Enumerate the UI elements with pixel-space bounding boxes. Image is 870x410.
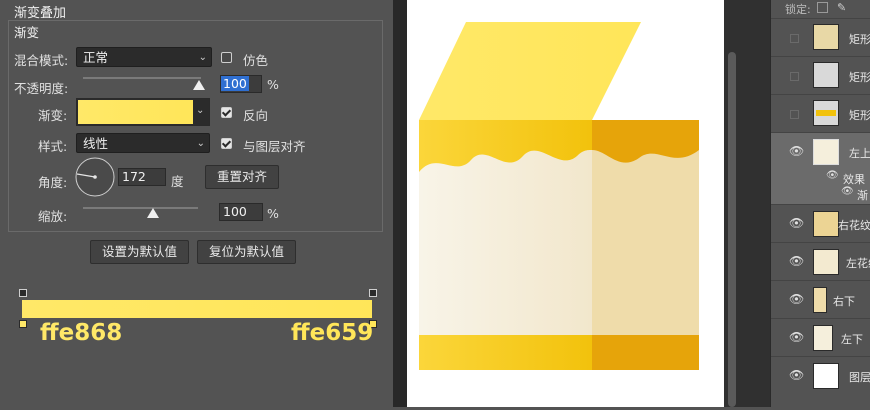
layer-row[interactable]: 👁 左下 xyxy=(771,318,870,356)
style-value: 线性 xyxy=(83,136,109,151)
eye-icon[interactable]: 👁 xyxy=(789,368,804,382)
right-color-hex: ffe659 xyxy=(291,320,374,346)
scale-slider-track[interactable] xyxy=(83,207,198,209)
layer-row[interactable]: 矩形 xyxy=(771,18,870,56)
layer-name: 左花纹 xyxy=(846,257,870,270)
layer-row[interactable]: 矩形 xyxy=(771,56,870,94)
color-stop-icon[interactable] xyxy=(19,320,27,328)
layer-name: 矩形 xyxy=(849,71,870,84)
box-illustration xyxy=(419,22,699,370)
eye-icon[interactable]: 👁 xyxy=(789,216,804,230)
align-with-layer-label: 与图层对齐 xyxy=(243,139,306,154)
layer-row[interactable]: 👁 右花纹 xyxy=(771,204,870,242)
opacity-label: 不透明度: xyxy=(14,81,69,96)
left-color-hex: ffe868 xyxy=(40,320,123,346)
layer-thumbnail xyxy=(813,363,839,389)
layer-name: 右下 xyxy=(833,295,855,308)
style-select[interactable]: 线性 ⌄ xyxy=(76,133,210,153)
layer-name: 右花纹 xyxy=(838,219,870,232)
gradient-overlay-panel: 渐变叠加 渐变 混合模式: 正常 ⌄ 仿色 不透明度: 100 % 渐变: ⌄ … xyxy=(0,0,393,407)
brush-icon[interactable]: ✎ xyxy=(837,1,846,14)
dither-checkbox[interactable] xyxy=(221,52,232,63)
document-canvas[interactable] xyxy=(407,0,724,407)
reverse-checkbox[interactable] xyxy=(221,107,232,118)
canvas-gutter xyxy=(393,0,407,407)
eye-icon[interactable]: 👁 xyxy=(789,144,804,158)
scale-unit: % xyxy=(267,206,279,221)
layer-name: 矩形 xyxy=(849,109,870,122)
layer-name: 左下 xyxy=(841,333,863,346)
opacity-slider-track[interactable] xyxy=(83,77,201,79)
angle-input[interactable]: 172 xyxy=(118,168,166,186)
blend-mode-select[interactable]: 正常 ⌄ xyxy=(76,47,212,67)
opacity-stop-left[interactable] xyxy=(19,289,27,297)
angle-unit: 度 xyxy=(171,174,184,189)
gradient-label: 渐变: xyxy=(38,108,68,123)
layer-name: 左上 xyxy=(849,147,870,160)
layer-row[interactable]: 👁 图层 xyxy=(771,356,870,394)
reverse-label: 反向 xyxy=(243,108,269,123)
eye-icon[interactable]: 👁 xyxy=(789,292,804,306)
layer-row[interactable]: 矩形 xyxy=(771,94,870,132)
layer-thumbnail xyxy=(813,325,833,351)
scale-input[interactable]: 100 xyxy=(219,203,263,221)
align-with-layer-checkbox[interactable] xyxy=(221,138,232,149)
angle-label: 角度: xyxy=(38,175,68,190)
layer-name: 矩形 xyxy=(849,33,870,46)
angle-dial-icon[interactable] xyxy=(74,156,116,198)
layer-thumbnail xyxy=(813,139,839,165)
visibility-toggle[interactable] xyxy=(790,110,799,119)
group-title: 渐变 xyxy=(14,25,40,40)
canvas-scrollbar[interactable] xyxy=(728,52,736,407)
layer-row[interactable]: 👁 左花纹 xyxy=(771,242,870,280)
eye-icon[interactable]: 👁 xyxy=(789,254,804,268)
scale-slider-thumb[interactable] xyxy=(147,208,159,218)
layer-thumbnail xyxy=(813,24,839,50)
layer-thumbnail xyxy=(813,249,839,275)
layer-row-selected[interactable]: 👁 左上 xyxy=(771,132,870,170)
style-label: 样式: xyxy=(38,139,68,154)
effects-group: 👁 效果 👁 渐 xyxy=(771,170,870,204)
chevron-down-icon: ⌄ xyxy=(198,52,207,63)
gradient-bar[interactable] xyxy=(22,300,372,318)
eye-icon[interactable]: 👁 xyxy=(841,186,854,197)
blend-mode-value: 正常 xyxy=(83,50,109,65)
visibility-toggle[interactable] xyxy=(790,34,799,43)
layer-thumbnail xyxy=(813,100,839,126)
reset-default-button[interactable]: 复位为默认值 xyxy=(197,240,296,264)
chevron-down-icon[interactable]: ⌄ xyxy=(196,105,204,116)
gradient-swatch[interactable] xyxy=(78,100,193,124)
layer-thumbnail xyxy=(813,62,839,88)
blend-mode-label: 混合模式: xyxy=(14,53,69,68)
lock-label: 锁定: xyxy=(785,3,811,16)
layer-row[interactable]: 👁 右下 xyxy=(771,280,870,318)
opacity-slider-thumb[interactable] xyxy=(193,80,205,90)
eye-icon[interactable]: 👁 xyxy=(789,330,804,344)
gradient-picker[interactable]: ⌄ xyxy=(76,98,210,126)
dither-label: 仿色 xyxy=(243,53,269,68)
opacity-input[interactable]: 100 xyxy=(220,75,262,93)
scale-label: 缩放: xyxy=(38,209,68,224)
opacity-unit: % xyxy=(267,77,279,92)
layer-name: 图层 xyxy=(849,371,870,384)
opacity-stop-right[interactable] xyxy=(369,289,377,297)
layer-thumbnail xyxy=(813,287,827,313)
layers-panel: 锁定: ✎ 矩形 矩形 矩形 👁 左上 👁 效果 👁 渐 👁 右花纹 👁 左花纹 xyxy=(770,0,870,407)
gradient-effect-label: 渐 xyxy=(857,189,868,202)
effects-label: 效果 xyxy=(843,173,865,186)
lock-transparent-icon[interactable] xyxy=(817,2,828,13)
eye-icon[interactable]: 👁 xyxy=(826,170,839,181)
layer-thumbnail xyxy=(813,211,839,237)
set-default-button[interactable]: 设置为默认值 xyxy=(90,240,189,264)
reset-alignment-button[interactable]: 重置对齐 xyxy=(205,165,279,189)
visibility-toggle[interactable] xyxy=(790,72,799,81)
chevron-down-icon: ⌄ xyxy=(196,138,205,149)
